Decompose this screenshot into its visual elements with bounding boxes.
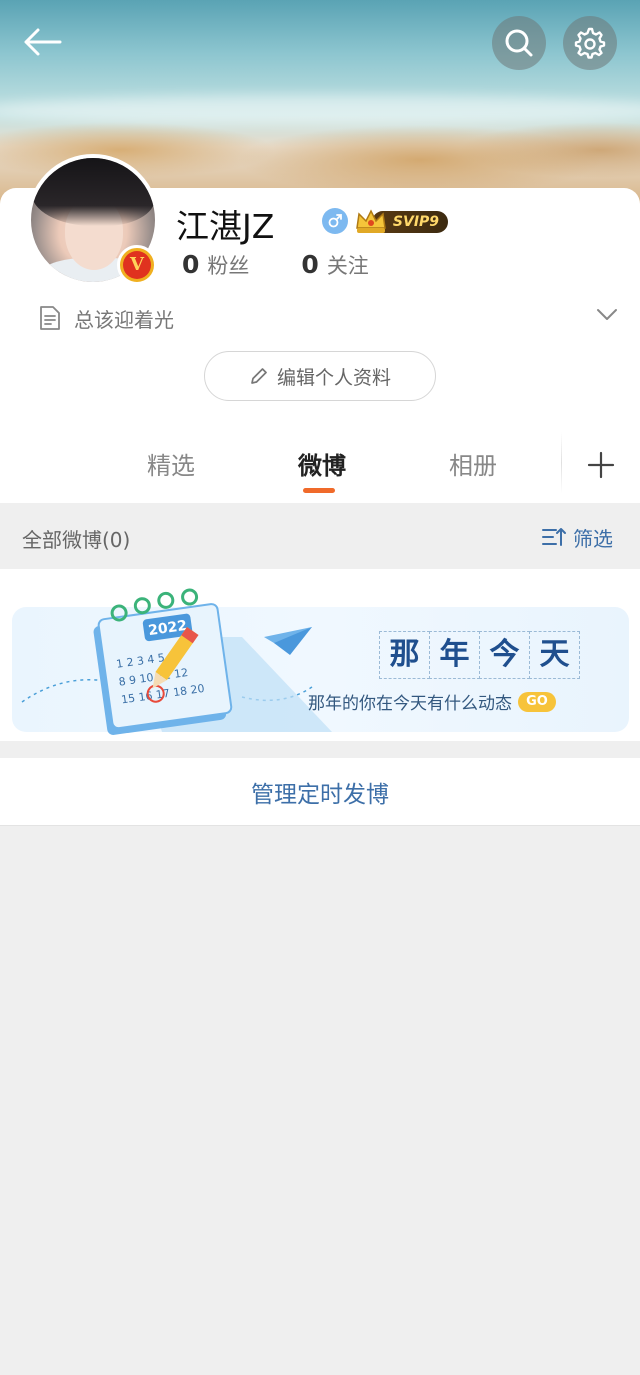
- manage-scheduled-posts-button[interactable]: 管理定时发博: [0, 758, 640, 826]
- memory-title-char: 那: [379, 631, 430, 679]
- fans-count: 0: [182, 250, 200, 279]
- all-posts-count: 全部微博(0): [22, 528, 131, 552]
- chevron-down-icon[interactable]: [596, 308, 618, 322]
- fans-stat[interactable]: 0 粉丝: [182, 250, 249, 280]
- tab-album[interactable]: 相册: [428, 446, 518, 481]
- cover-wave-decoration: [0, 95, 640, 125]
- filter-label: 筛选: [573, 526, 613, 551]
- memory-subtitle: 那年的你在今天有什么动态: [308, 694, 512, 714]
- profile-stats: 0 粉丝 0 关注: [182, 250, 369, 280]
- memory-title-char: 年: [429, 631, 480, 679]
- verified-mark: V: [123, 251, 151, 279]
- plus-icon: [587, 451, 615, 479]
- fans-label: 粉丝: [207, 254, 250, 278]
- profile-tabs: 精选 微博 相册: [0, 432, 640, 502]
- following-count: 0: [301, 250, 319, 279]
- calendar-illustration: 2022 1 2 3 4 5 6 8 9 10 11 12 15 16 17 1…: [21, 588, 332, 735]
- tab-featured[interactable]: 精选: [126, 446, 216, 481]
- svip-badge[interactable]: SVIP9: [354, 206, 450, 236]
- gear-icon: [574, 27, 606, 59]
- edit-profile-button[interactable]: 编辑个人资料: [204, 351, 436, 401]
- memory-title-char: 天: [529, 631, 580, 679]
- memory-title: 那 年 今 天: [379, 631, 580, 679]
- crown-icon: [356, 209, 386, 233]
- bio-text: 总该迎着光: [74, 307, 174, 332]
- avatar-hair: [31, 158, 155, 227]
- arrow-left-icon: [24, 28, 62, 56]
- add-tab-button[interactable]: [578, 442, 624, 488]
- go-button[interactable]: GO: [518, 691, 556, 712]
- manage-scheduled-posts-label: 管理定时发博: [251, 781, 389, 808]
- memory-section: 2022 1 2 3 4 5 6 8 9 10 11 12 15 16 17 1…: [0, 569, 640, 741]
- sort-filter-icon: [542, 528, 566, 546]
- bio-row[interactable]: 总该迎着光: [38, 302, 618, 334]
- username: 江湛JZ: [176, 207, 275, 246]
- active-tab-indicator: [303, 488, 335, 493]
- filter-button[interactable]: 筛选: [541, 521, 613, 553]
- pencil-icon: [251, 368, 267, 384]
- following-label: 关注: [326, 254, 369, 278]
- on-this-day-banner[interactable]: 2022 1 2 3 4 5 6 8 9 10 11 12 15 16 17 1…: [12, 588, 629, 735]
- following-stat[interactable]: 0 关注: [301, 250, 368, 280]
- settings-button[interactable]: [563, 16, 617, 70]
- back-button[interactable]: [18, 20, 66, 64]
- male-icon: [322, 208, 348, 234]
- search-button[interactable]: [492, 16, 546, 70]
- tab-weibo[interactable]: 微博: [277, 446, 367, 481]
- feed-filter-bar: 全部微博(0) 筛选: [0, 503, 640, 569]
- memory-title-char: 今: [479, 631, 530, 679]
- edit-profile-label: 编辑个人资料: [276, 366, 391, 389]
- tab-divider: [561, 432, 562, 494]
- search-icon: [505, 29, 533, 57]
- memory-subtitle-row: 那年的你在今天有什么动态 GO: [308, 689, 556, 714]
- document-icon: [40, 306, 60, 330]
- verified-badge[interactable]: V: [117, 245, 157, 285]
